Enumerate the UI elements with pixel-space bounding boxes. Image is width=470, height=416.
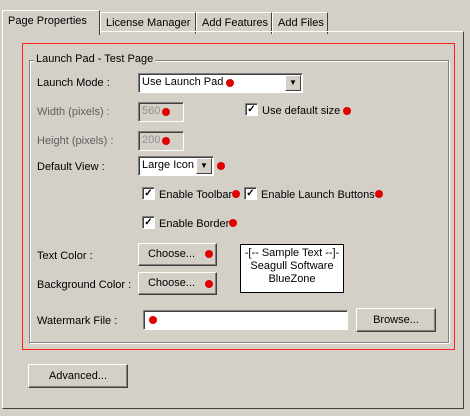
advanced-button-label: Advanced... <box>48 370 108 382</box>
enable-toolbar-label[interactable]: Enable Toolbar <box>159 188 232 202</box>
enable-toolbar-indicator <box>232 190 240 198</box>
chevron-down-icon[interactable]: ▼ <box>285 75 301 91</box>
launch-mode-value: Use Launch Pad <box>142 76 224 88</box>
text-color-label: Text Color : <box>37 250 93 262</box>
enable-launch-buttons-indicator <box>375 190 383 198</box>
default-view-value: Large Icon <box>142 159 194 171</box>
browse-button-label: Browse... <box>373 314 419 326</box>
default-view-select[interactable]: Large Icon ▼ <box>138 156 214 176</box>
background-color-indicator <box>205 280 213 288</box>
chevron-down-icon[interactable]: ▼ <box>196 158 212 174</box>
height-field[interactable]: 200 <box>138 131 184 151</box>
width-indicator <box>162 108 170 116</box>
enable-launch-buttons-checkbox[interactable]: ✓ <box>244 187 257 200</box>
text-color-indicator <box>205 250 213 258</box>
enable-border-label[interactable]: Enable Border <box>159 217 229 231</box>
browse-button[interactable]: Browse... <box>356 308 436 332</box>
use-default-size-checkbox[interactable]: ✓ <box>245 103 258 116</box>
launch-mode-indicator <box>226 79 234 87</box>
sample-text-preview: -[-- Sample Text --]- Seagull Software B… <box>240 244 344 293</box>
height-value: 200 <box>142 134 161 146</box>
launch-mode-label: Launch Mode : <box>37 77 110 89</box>
sample-text-line1: -[-- Sample Text --]- <box>244 247 340 259</box>
use-default-size-indicator <box>343 107 351 115</box>
launch-mode-select[interactable]: Use Launch Pad ▼ <box>138 73 303 93</box>
advanced-button[interactable]: Advanced... <box>28 364 128 388</box>
width-field[interactable]: 560 <box>138 102 184 122</box>
enable-border-indicator <box>229 219 237 227</box>
height-label: Height (pixels) : <box>37 135 114 147</box>
watermark-label: Watermark File : <box>37 315 118 327</box>
sample-text-line3: BlueZone <box>268 273 316 285</box>
width-label: Width (pixels) : <box>37 106 110 118</box>
use-default-size-label[interactable]: Use default size <box>262 104 340 118</box>
watermark-indicator <box>149 316 157 324</box>
watermark-file-field[interactable] <box>143 310 348 330</box>
sample-text-line2: Seagull Software <box>250 260 334 272</box>
enable-launch-buttons-label[interactable]: Enable Launch Buttons <box>261 188 375 202</box>
enable-border-checkbox[interactable]: ✓ <box>142 216 155 229</box>
background-color-label: Background Color : <box>37 279 132 291</box>
enable-toolbar-checkbox[interactable]: ✓ <box>142 187 155 200</box>
height-indicator <box>162 137 170 145</box>
text-color-choose-label: Choose... <box>147 248 196 260</box>
width-value: 560 <box>142 105 161 117</box>
default-view-label: Default View : <box>37 161 105 173</box>
background-color-choose-label: Choose... <box>147 277 196 289</box>
default-view-indicator <box>217 162 225 170</box>
